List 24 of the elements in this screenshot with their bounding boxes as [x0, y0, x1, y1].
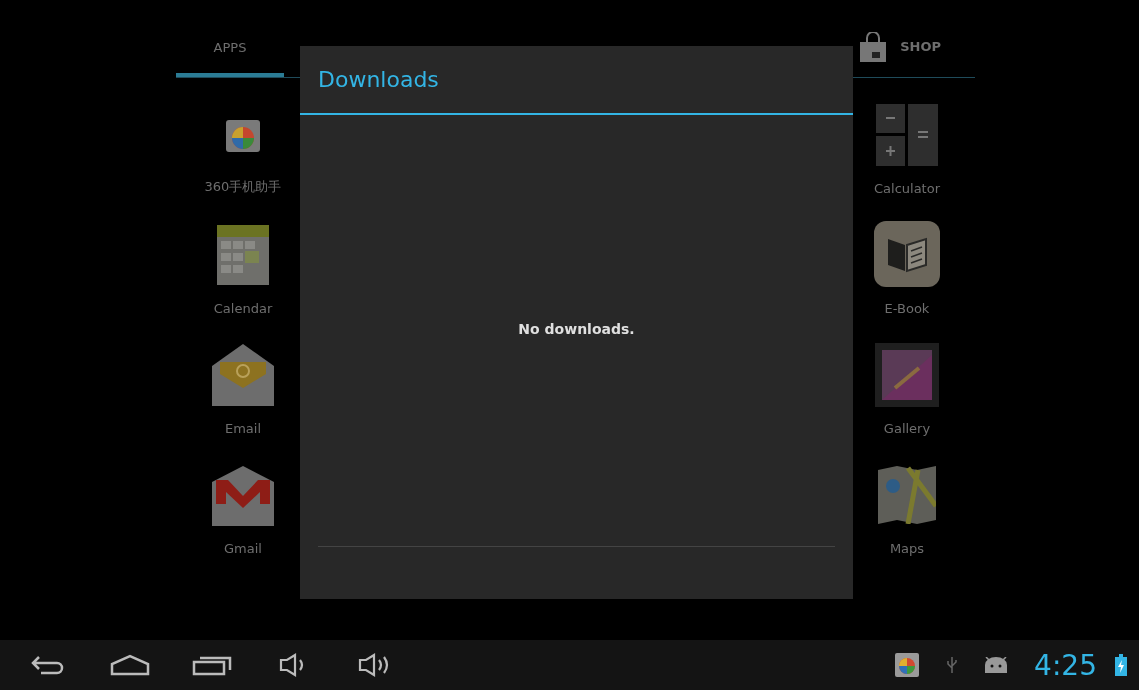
dialog-title: Downloads	[318, 67, 439, 92]
clock: 4:25	[1034, 648, 1097, 682]
calculator-icon	[876, 104, 938, 166]
app-shortcut[interactable]: Calendar	[183, 222, 303, 342]
book-icon	[874, 221, 940, 287]
android-head-icon[interactable]	[984, 657, 1009, 673]
shop-button[interactable]: SHOP	[858, 30, 975, 77]
picture-frame-icon	[875, 343, 939, 407]
app-shortcut[interactable]: Gmail	[183, 462, 303, 582]
home-icon[interactable]	[110, 654, 150, 676]
calendar-icon	[217, 225, 269, 285]
shopping-bag-icon	[858, 31, 889, 62]
recent-apps-icon[interactable]	[192, 654, 232, 676]
envelope-icon	[212, 344, 274, 406]
battery-charging-icon	[1115, 654, 1127, 676]
back-icon[interactable]	[31, 655, 65, 675]
mail-envelope-icon	[212, 464, 274, 526]
app-shortcut[interactable]: Calculator	[847, 102, 967, 222]
app-shortcut[interactable]: Email	[183, 342, 303, 462]
tab[interactable]: APPS	[176, 30, 284, 77]
colorful-bag-icon[interactable]	[894, 652, 921, 678]
empty-message: No downloads.	[518, 321, 635, 339]
folded-map-icon	[878, 466, 936, 524]
usb-icon[interactable]	[946, 656, 959, 674]
